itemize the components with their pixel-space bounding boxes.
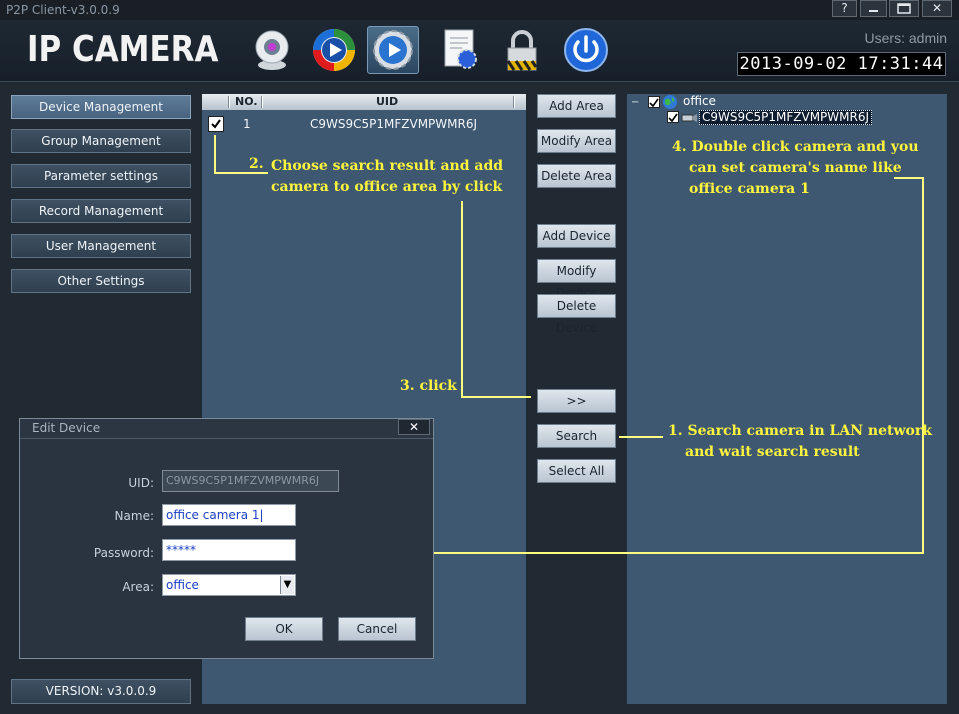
maximize-button[interactable] bbox=[889, 0, 919, 17]
modify-device-button[interactable]: Modify Device bbox=[537, 259, 616, 300]
list-header: NO. UID bbox=[202, 94, 526, 110]
sidebar-item-group-management[interactable]: Group Management bbox=[11, 129, 191, 153]
tree-area-office[interactable]: office bbox=[683, 94, 716, 108]
annotation-step4-line2: can set camera's name like bbox=[689, 160, 902, 176]
chevron-down-icon[interactable]: ▼ bbox=[280, 576, 294, 594]
webcam-tool-button[interactable] bbox=[246, 26, 298, 74]
column-header-no[interactable]: NO. bbox=[235, 95, 258, 108]
lock-icon bbox=[506, 30, 538, 71]
area-label: Area: bbox=[122, 580, 154, 594]
ok-button[interactable]: OK bbox=[245, 617, 323, 641]
add-area-button[interactable]: Add Area bbox=[537, 94, 616, 118]
dialog-title: Edit Device bbox=[32, 421, 101, 435]
settings-gear-icon bbox=[373, 30, 413, 70]
edit-device-dialog: Edit Device ✕ UID: C9WS9C5P1MFZVMPWMR6J … bbox=[19, 418, 434, 659]
cancel-button[interactable]: Cancel bbox=[338, 617, 416, 641]
row-checkbox[interactable] bbox=[208, 116, 224, 132]
maximize-icon bbox=[897, 3, 911, 14]
row-uid: C9WS9C5P1MFZVMPWMR6J bbox=[310, 117, 478, 131]
close-button[interactable]: ✕ bbox=[922, 0, 952, 17]
current-user-label: Users: admin bbox=[864, 30, 947, 46]
checkmark-icon bbox=[649, 98, 659, 108]
annotation-step1-line1: 1. Search camera in LAN network bbox=[668, 423, 932, 439]
modify-area-button[interactable]: Modify Area bbox=[537, 129, 616, 153]
annotation-step2-line1: Choose search result and add bbox=[271, 158, 504, 174]
power-icon bbox=[564, 28, 608, 72]
delete-area-button[interactable]: Delete Area bbox=[537, 164, 616, 188]
annotation-line bbox=[922, 177, 924, 554]
playback-tool-button[interactable] bbox=[308, 26, 360, 74]
tree-camera-checkbox[interactable] bbox=[667, 111, 679, 123]
select-all-button[interactable]: Select All bbox=[537, 459, 616, 483]
annotation-line bbox=[619, 436, 663, 438]
annotation-line bbox=[214, 135, 216, 173]
sidebar-item-other-settings[interactable]: Other Settings bbox=[11, 269, 191, 293]
help-button[interactable]: ? bbox=[832, 0, 857, 17]
column-separator bbox=[228, 96, 230, 108]
annotation-step4-line3: office camera 1 bbox=[689, 181, 810, 197]
settings-tool-button[interactable] bbox=[367, 26, 419, 74]
sidebar-item-parameter-settings[interactable]: Parameter settings bbox=[11, 164, 191, 188]
name-field[interactable]: office camera 1| bbox=[162, 504, 296, 526]
annotation-step1-line2: and wait search result bbox=[685, 444, 860, 460]
uid-label: UID: bbox=[128, 476, 154, 490]
uid-field: C9WS9C5P1MFZVMPWMR6J bbox=[162, 470, 339, 492]
minimize-icon bbox=[869, 10, 878, 12]
header: IP CAMERA Users: admin 2013-09-02 17:31:… bbox=[0, 20, 959, 82]
globe-icon bbox=[663, 95, 677, 109]
tree-camera-item[interactable]: C9WS9C5P1MFZVMPWMR6J bbox=[699, 110, 873, 125]
area-select-value: office bbox=[166, 578, 199, 592]
version-label: VERSION: v3.0.0.9 bbox=[11, 679, 191, 704]
dialog-close-button[interactable]: ✕ bbox=[398, 419, 430, 435]
log-tool-button[interactable] bbox=[434, 26, 486, 74]
camera-icon bbox=[681, 114, 697, 122]
document-icon bbox=[444, 29, 477, 69]
column-separator bbox=[261, 96, 263, 108]
checkmark-icon bbox=[668, 113, 678, 123]
datetime-display: 2013-09-02 17:31:44 bbox=[737, 52, 946, 76]
tree-collapse-toggle[interactable]: − bbox=[631, 97, 639, 108]
sidebar-item-user-management[interactable]: User Management bbox=[11, 234, 191, 258]
webcam-icon bbox=[255, 30, 289, 70]
annotation-line bbox=[461, 396, 531, 398]
exit-tool-button[interactable] bbox=[560, 26, 612, 74]
annotation-step3: 3. click bbox=[400, 378, 457, 394]
checkmark-icon bbox=[211, 119, 221, 129]
search-button[interactable]: Search bbox=[537, 424, 616, 448]
annotation-line bbox=[461, 201, 463, 398]
brand-logo: IP CAMERA bbox=[27, 29, 219, 70]
name-label: Name: bbox=[114, 509, 154, 523]
password-field[interactable]: ***** bbox=[162, 539, 296, 561]
delete-device-button[interactable]: Delete Device bbox=[537, 294, 616, 335]
add-device-button[interactable]: Add Device bbox=[537, 224, 616, 248]
media-player-icon bbox=[313, 29, 355, 71]
annotation-step4-line1: 4. Double click camera and you bbox=[672, 139, 919, 155]
annotation-step2-line2: camera to office area by click bbox=[271, 179, 503, 195]
tree-area-checkbox[interactable] bbox=[648, 96, 660, 108]
column-header-uid[interactable]: UID bbox=[376, 95, 398, 108]
sidebar-item-record-management[interactable]: Record Management bbox=[11, 199, 191, 223]
row-number: 1 bbox=[243, 117, 251, 131]
area-select[interactable]: office ▼ bbox=[162, 574, 296, 596]
minimize-button[interactable] bbox=[860, 0, 887, 17]
lock-tool-button[interactable] bbox=[496, 26, 548, 74]
title-bar: P2P Client-v3.0.0.9 ? ✕ bbox=[0, 0, 959, 20]
dialog-title-bar: Edit Device ✕ bbox=[20, 419, 433, 439]
column-separator bbox=[513, 96, 515, 108]
sidebar-item-device-management[interactable]: Device Management bbox=[11, 95, 191, 119]
move-to-area-button[interactable]: >> bbox=[537, 389, 616, 413]
password-label: Password: bbox=[93, 546, 154, 560]
app-title: P2P Client-v3.0.0.9 bbox=[6, 3, 120, 17]
annotation-step2-number: 2. bbox=[249, 156, 264, 172]
